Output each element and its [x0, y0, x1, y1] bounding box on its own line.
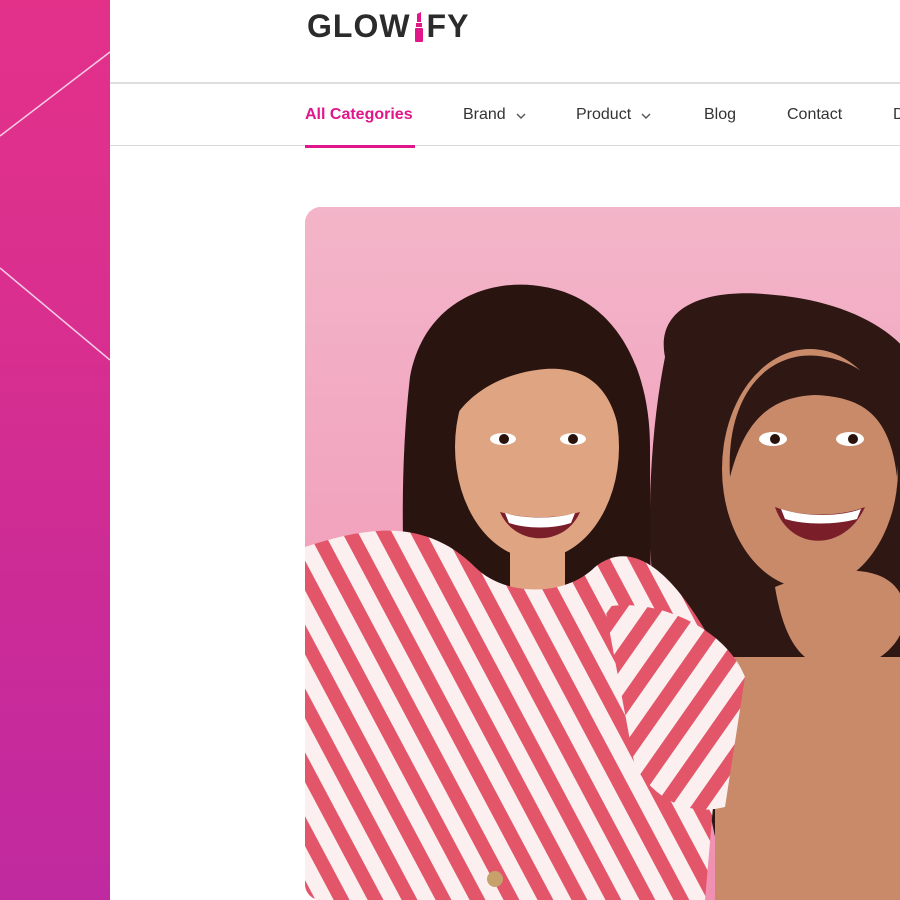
- decorative-side-panel: [0, 0, 110, 900]
- nav-divider: [110, 145, 900, 146]
- side-panel-lines: [0, 51, 110, 361]
- nav-item-contact[interactable]: Contact: [787, 84, 842, 145]
- nav-item-all-categories[interactable]: All Categories: [305, 84, 413, 145]
- main-content: GLOW FY All Categories Brand Product Blo…: [110, 0, 900, 900]
- active-tab-indicator: [305, 145, 415, 148]
- nav-label: Blog: [704, 105, 737, 123]
- hero-banner: [305, 207, 900, 900]
- nav-label: Brand: [463, 105, 506, 123]
- main-navigation: All Categories Brand Product Blog Contac…: [110, 84, 900, 145]
- nav-label: All Categories: [305, 105, 413, 123]
- nav-label: Contact: [787, 105, 843, 123]
- nav-item-truncated[interactable]: D: [893, 84, 900, 145]
- brand-logo[interactable]: GLOW FY: [307, 8, 469, 44]
- logo-text-start: GLOW: [307, 7, 411, 44]
- logo-text-end: FY: [426, 7, 470, 44]
- nav-item-blog[interactable]: Blog: [704, 84, 736, 145]
- nav-label: Product: [576, 105, 632, 123]
- nav-item-brand[interactable]: Brand: [463, 84, 527, 145]
- chevron-down-icon: [640, 109, 652, 121]
- nav-item-product[interactable]: Product: [576, 84, 652, 145]
- nav-label: D: [893, 105, 900, 123]
- lipstick-icon: [414, 12, 424, 42]
- hero-photo: [305, 207, 900, 900]
- chevron-down-icon: [515, 109, 527, 121]
